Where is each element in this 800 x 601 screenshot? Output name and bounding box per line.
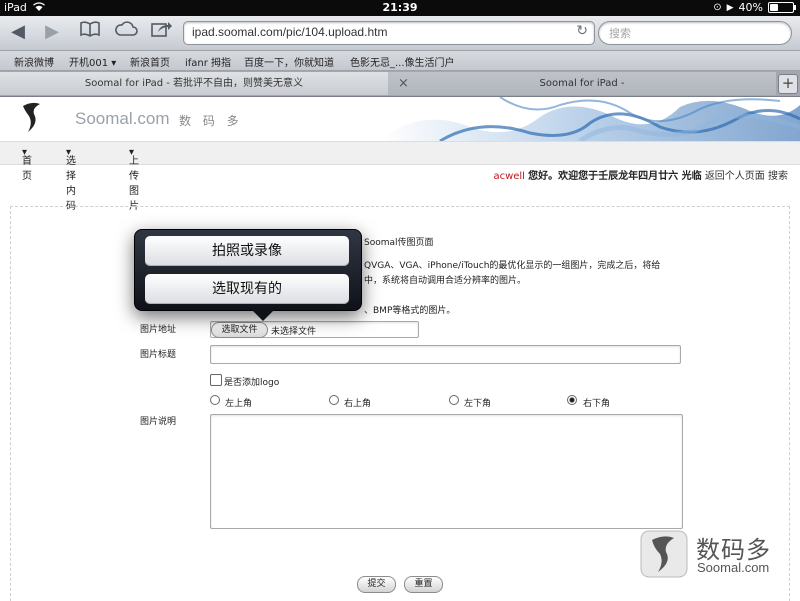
- image-address-label: 图片地址: [140, 325, 177, 335]
- position-label: 右下角: [583, 399, 611, 409]
- position-radio-top-right[interactable]: [329, 395, 339, 405]
- image-title-label: 图片标题: [140, 350, 177, 360]
- nav-upload-image[interactable]: 上传图片 ▾: [129, 147, 139, 212]
- bookmark-item[interactable]: 色影无忌_...像生活门户: [350, 54, 455, 69]
- forward-icon[interactable]: ▶: [40, 20, 64, 44]
- site-nav: 首页 ▾ 选择内码 ▾ 上传图片 ▾: [0, 141, 800, 212]
- bookmark-item[interactable]: ifanr 拇指: [185, 54, 231, 69]
- battery-icon: [768, 2, 796, 13]
- add-logo-checkbox[interactable]: [210, 374, 222, 386]
- header-banner-image: [380, 97, 800, 141]
- choose-file-button[interactable]: 选取文件: [211, 322, 268, 338]
- welcome-text: 您好。欢迎您于壬辰龙年四月廿六 光临: [528, 171, 702, 182]
- nav-select-encoding[interactable]: 选择内码 ▾: [66, 147, 76, 212]
- add-logo-label: 是否添加logo: [224, 378, 280, 388]
- back-icon[interactable]: ◀: [6, 20, 30, 44]
- intro-line: 、BMP等格式的图片。: [364, 306, 456, 316]
- battery-percent: 40%: [738, 1, 763, 14]
- choose-existing-option[interactable]: 选取现有的: [145, 274, 349, 304]
- site-brand-cn: 数 码 多: [179, 114, 243, 128]
- bookmark-item[interactable]: 百度一下，你就知道: [244, 54, 334, 69]
- orientation-lock-icon: ⊙: [713, 2, 722, 13]
- site-brand[interactable]: Soomal.com: [75, 109, 169, 129]
- soomal-watermark: 数码多 Soomal.com: [640, 528, 790, 580]
- url-text: ipad.soomal.com/pic/104.upload.htm: [192, 25, 388, 39]
- popover-arrow: [249, 307, 277, 321]
- position-radio-top-left[interactable]: [210, 395, 220, 405]
- browser-toolbar: ◀ ▶ ipad.soomal.com/pic/104.upload.htm ↻…: [0, 16, 800, 51]
- soomal-logo-icon[interactable]: [20, 101, 46, 139]
- tab-title: Soomal for iPad - 若批评不自由，则赞美无意义: [84, 78, 304, 89]
- tab-title: Soomal for iPad -: [539, 78, 625, 89]
- bookmarks-bar: 新浪微博 开机001 ▾ 新浪首页 ifanr 拇指 百度一下，你就知道 色影无…: [0, 51, 800, 71]
- position-label: 右上角: [344, 399, 372, 409]
- submit-button[interactable]: 提交: [357, 576, 396, 593]
- reset-button[interactable]: 重置: [404, 576, 443, 593]
- clock: 21:39: [382, 1, 418, 14]
- site-header: Soomal.com 数 码 多: [0, 97, 800, 141]
- play-icon: ▶: [726, 2, 734, 13]
- share-icon[interactable]: [150, 20, 174, 44]
- description-label: 图片说明: [140, 417, 177, 427]
- description-textarea[interactable]: [210, 414, 683, 529]
- position-radio-bottom-left[interactable]: [449, 395, 459, 405]
- username-link[interactable]: acwell: [493, 171, 525, 182]
- bookmark-item[interactable]: 新浪首页: [130, 54, 170, 69]
- address-bar[interactable]: ipad.soomal.com/pic/104.upload.htm ↻: [183, 21, 595, 45]
- watermark-en: Soomal.com: [697, 560, 770, 575]
- tab-bar: Soomal for iPad - 若批评不自由，则赞美无意义 × Soomal…: [0, 71, 800, 97]
- position-label: 左上角: [225, 399, 253, 409]
- file-source-popover: 拍照或录像 选取现有的: [134, 229, 362, 321]
- watermark-logo-icon: [640, 530, 688, 582]
- nav-home[interactable]: 首页 ▾: [22, 147, 32, 182]
- tab-inactive[interactable]: × Soomal for iPad -: [388, 72, 776, 95]
- bookmark-item[interactable]: 开机001 ▾: [69, 54, 116, 69]
- intro-line: QVGA、VGA、iPhone/iTouch的最优化显示的一组图片，完成之后，将…: [364, 261, 661, 271]
- image-title-input[interactable]: [210, 345, 681, 364]
- icloud-tabs-icon[interactable]: [114, 20, 138, 44]
- status-bar: iPad 21:39 ⊙ ▶ 40%: [0, 0, 800, 16]
- close-tab-icon[interactable]: ×: [398, 72, 409, 95]
- new-tab-button[interactable]: +: [778, 74, 798, 94]
- search-placeholder: 搜索: [609, 27, 631, 40]
- reload-icon[interactable]: ↻: [576, 23, 588, 39]
- tab-active[interactable]: Soomal for iPad - 若批评不自由，则赞美无意义: [0, 72, 388, 95]
- no-file-text: 未选择文件: [271, 327, 317, 337]
- bookmark-item[interactable]: 新浪微博: [14, 54, 54, 69]
- take-photo-option[interactable]: 拍照或录像: [145, 236, 349, 266]
- intro-line: 中，系统将自动调用合适分辨率的图片。: [364, 276, 527, 286]
- search-input[interactable]: 搜索: [598, 21, 792, 45]
- welcome-message: acwell 您好。欢迎您于壬辰龙年四月廿六 光临 返回个人页面 搜索: [493, 167, 788, 182]
- intro-title: Soomal传图页面: [364, 238, 434, 248]
- position-label: 左下角: [464, 399, 492, 409]
- welcome-links[interactable]: 返回个人页面 搜索: [705, 171, 788, 182]
- position-radio-bottom-right[interactable]: [567, 395, 577, 405]
- bookmarks-icon[interactable]: [78, 20, 102, 44]
